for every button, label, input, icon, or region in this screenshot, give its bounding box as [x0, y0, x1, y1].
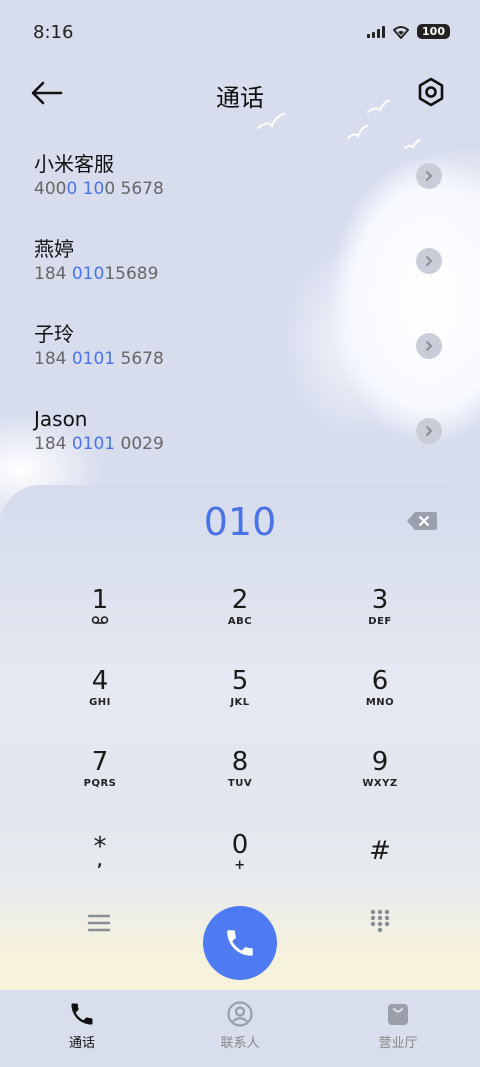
- contact-item[interactable]: 小米客服 4000 100 5678: [0, 150, 480, 235]
- dial-key-9[interactable]: 9 WXYZ: [325, 747, 435, 817]
- battery-indicator: 100: [417, 24, 450, 39]
- contact-name: 燕婷: [34, 237, 74, 261]
- nav-tab-contacts[interactable]: 联系人: [190, 1000, 290, 1051]
- signal-icon: [367, 25, 386, 38]
- contact-icon: [227, 1001, 253, 1027]
- dial-key-star[interactable]: *,: [45, 832, 155, 902]
- dial-key-8[interactable]: 8 TUV: [185, 747, 295, 817]
- contact-detail-button[interactable]: [416, 333, 442, 359]
- nav-tab-calls[interactable]: 通话: [32, 1000, 132, 1051]
- contact-item[interactable]: 子玲 184 0101 5678: [0, 320, 480, 405]
- phone-icon: [227, 930, 253, 956]
- status-icons: 100: [367, 24, 450, 39]
- call-button[interactable]: [203, 906, 277, 980]
- contact-name: 子玲: [34, 322, 74, 346]
- contact-number: 184 0101 5678: [34, 349, 164, 369]
- wifi-icon: [393, 25, 410, 39]
- dial-key-0[interactable]: 0 +: [185, 830, 295, 900]
- contact-detail-button[interactable]: [416, 418, 442, 444]
- contact-name: Jason: [34, 407, 88, 431]
- contact-detail-button[interactable]: [416, 163, 442, 189]
- chevron-right-icon: [426, 256, 432, 266]
- dial-key-7[interactable]: 7 PQRS: [45, 747, 155, 817]
- phone-icon: [71, 1003, 93, 1025]
- dial-key-5[interactable]: 5 JKL: [185, 666, 295, 736]
- shopping-bag-icon: [388, 1004, 408, 1025]
- chevron-right-icon: [426, 426, 432, 436]
- backspace-button[interactable]: [406, 511, 438, 531]
- menu-button[interactable]: [86, 912, 112, 934]
- bottom-nav: 通话 联系人 营业厅: [0, 990, 480, 1067]
- menu-icon: [87, 914, 111, 932]
- contact-item[interactable]: Jason 184 0101 0029: [0, 405, 480, 490]
- dial-key-4[interactable]: 4 GHI: [45, 666, 155, 736]
- keypad-toggle-button[interactable]: [369, 908, 391, 934]
- contact-detail-button[interactable]: [416, 248, 442, 274]
- chevron-right-icon: [426, 341, 432, 351]
- keypad-grid-icon: [370, 909, 390, 933]
- chevron-right-icon: [426, 171, 432, 181]
- contact-list: 小米客服 4000 100 5678 燕婷 184 01015689 子玲 18…: [0, 150, 480, 490]
- dial-key-3[interactable]: 3 DEF: [325, 585, 435, 655]
- nav-tab-store[interactable]: 营业厅: [348, 1000, 448, 1051]
- status-bar: 8:16 100: [0, 0, 480, 66]
- backspace-icon: [407, 512, 437, 530]
- dial-key-2[interactable]: 2 ABC: [185, 585, 295, 655]
- contact-item[interactable]: 燕婷 184 01015689: [0, 235, 480, 320]
- contact-name: 小米客服: [34, 152, 114, 176]
- status-time: 8:16: [33, 22, 74, 43]
- contact-number: 4000 100 5678: [34, 179, 164, 199]
- dialpad-panel: 010 1 2 ABC 3 DEF 4 GHI 5 JKL 6 MNO 7 PQRS 8 TU…: [0, 485, 480, 990]
- voicemail-icon: [91, 616, 109, 624]
- contact-number: 184 01015689: [34, 264, 159, 284]
- dial-key-hash[interactable]: #: [325, 836, 435, 906]
- dial-key-1[interactable]: 1: [45, 585, 155, 655]
- dial-key-6[interactable]: 6 MNO: [325, 666, 435, 736]
- contact-number: 184 0101 0029: [34, 434, 164, 454]
